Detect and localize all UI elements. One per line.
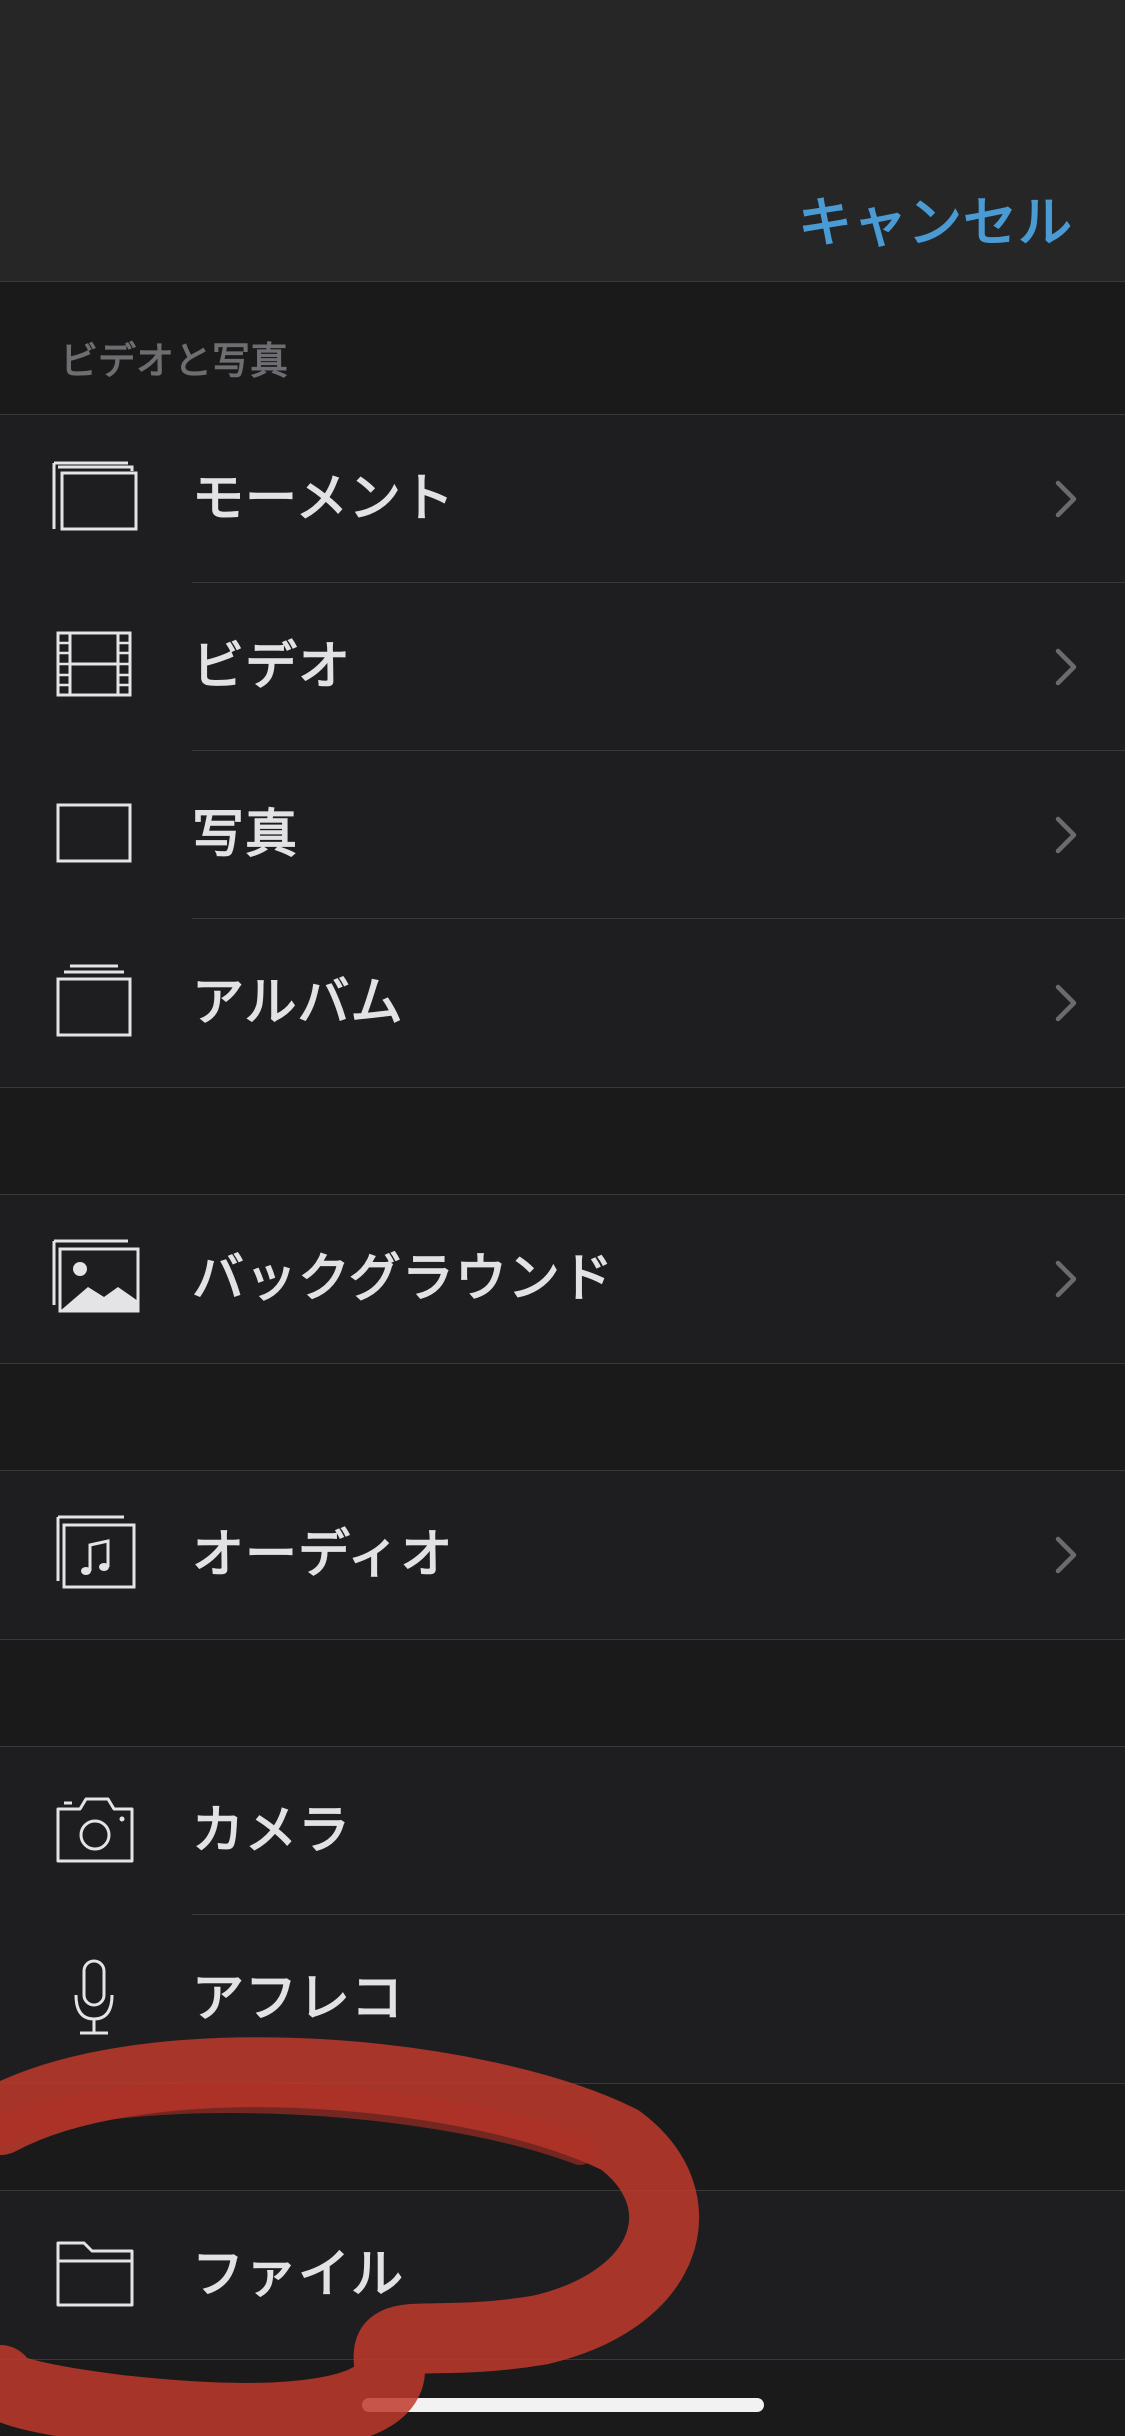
section-header: ビデオと写真	[0, 282, 1125, 414]
chevron-right-icon	[1055, 480, 1077, 518]
photo-label: 写真	[192, 805, 299, 865]
folder-icon	[56, 2241, 134, 2307]
chevron-right-icon	[1055, 984, 1077, 1022]
capture-group: カメラ アフレコ	[0, 1746, 1125, 2084]
media-group: モーメント ビデオ 写真 アルバム	[0, 414, 1125, 1088]
home-indicator	[362, 2398, 764, 2412]
files-row[interactable]: ファイル	[0, 2191, 1125, 2359]
camera-label: カメラ	[192, 1801, 352, 1861]
film-icon	[56, 631, 132, 697]
background-image-icon	[52, 1239, 140, 1313]
audio-label: オーディオ	[192, 1525, 454, 1585]
background-group: バックグラウンド	[0, 1194, 1125, 1364]
cancel-button[interactable]: キャンセル	[798, 178, 1073, 257]
background-row[interactable]: バックグラウンド	[0, 1195, 1125, 1363]
voiceover-label: アフレコ	[192, 1969, 405, 2029]
files-label: ファイル	[192, 2245, 405, 2305]
microphone-icon	[74, 1959, 114, 2035]
video-label: ビデオ	[192, 637, 352, 697]
chevron-right-icon	[1055, 1536, 1077, 1574]
audio-row[interactable]: オーディオ	[0, 1471, 1125, 1639]
camera-row[interactable]: カメラ	[0, 1747, 1125, 1915]
chevron-right-icon	[1055, 648, 1077, 686]
nav-header: キャンセル	[0, 0, 1125, 282]
chevron-right-icon	[1055, 816, 1077, 854]
files-group: ファイル	[0, 2190, 1125, 2360]
album-row[interactable]: アルバム	[0, 919, 1125, 1087]
video-row[interactable]: ビデオ	[0, 583, 1125, 751]
background-label: バックグラウンド	[192, 1249, 614, 1309]
photo-row[interactable]: 写真	[0, 751, 1125, 919]
audio-group: オーディオ	[0, 1470, 1125, 1640]
album-icon	[56, 964, 132, 1037]
moments-label: モーメント	[192, 469, 455, 529]
album-label: アルバム	[192, 973, 404, 1033]
camera-icon	[56, 1797, 134, 1863]
audio-music-icon	[56, 1515, 136, 1589]
section-title: ビデオと写真	[60, 339, 289, 383]
voiceover-row[interactable]: アフレコ	[0, 1915, 1125, 2083]
moments-icon	[52, 461, 138, 531]
moments-row[interactable]: モーメント	[0, 415, 1125, 583]
photo-icon	[56, 803, 132, 863]
chevron-right-icon	[1055, 1260, 1077, 1298]
